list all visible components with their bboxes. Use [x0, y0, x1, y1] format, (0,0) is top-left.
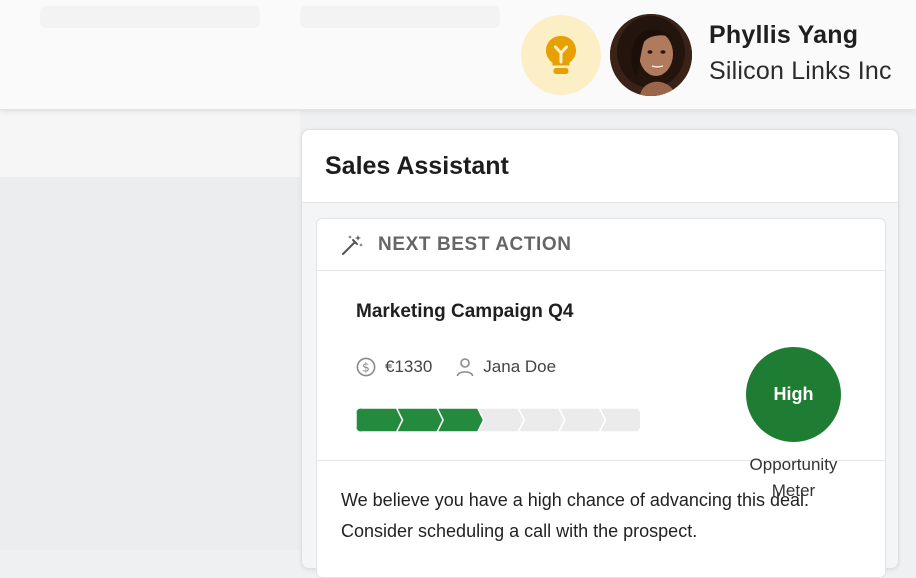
- deal-summary: Marketing Campaign Q4 $ €1330 Jana Doe H…: [317, 271, 885, 500]
- recommendation-line2: Consider scheduling a call with the pros…: [341, 521, 698, 541]
- opportunity-level: High: [773, 384, 814, 404]
- progress-step-pending: [517, 408, 566, 432]
- next-best-action-card: NEXT BEST ACTION Marketing Campaign Q4 $…: [316, 218, 886, 578]
- lightbulb-icon: [546, 36, 576, 74]
- progress-step-pending: [558, 408, 607, 432]
- progress-step-pending: [598, 408, 640, 432]
- card-header-label: NEXT BEST ACTION: [378, 233, 572, 255]
- user-avatar[interactable]: [610, 14, 692, 96]
- deal-owner-name[interactable]: Jana Doe: [483, 357, 556, 377]
- deal-stage-progress: [356, 408, 640, 432]
- dollar-circle-icon: $: [356, 357, 376, 377]
- person-icon: [456, 358, 474, 377]
- sales-assistant-panel: Sales Assistant NEXT BEST ACTION Marketi…: [301, 129, 899, 578]
- sales-assistant-header: Sales Assistant: [302, 130, 898, 203]
- progress-bar-graphic: [356, 408, 640, 432]
- header-placeholder-right: [300, 6, 500, 28]
- deal-meta: $ €1330 Jana Doe: [356, 357, 580, 377]
- meter-label-line2: Meter: [771, 481, 816, 500]
- deal-amount: $ €1330: [356, 357, 432, 377]
- insights-button[interactable]: [521, 15, 601, 95]
- background-toolbar: [0, 111, 300, 177]
- deal-owner: Jana Doe: [456, 357, 556, 377]
- meter-label-line1: Opportunity: [749, 455, 838, 474]
- card-header: NEXT BEST ACTION: [317, 219, 885, 271]
- background-content: [0, 177, 300, 550]
- user-name: Phyllis Yang: [709, 21, 859, 49]
- deal-title[interactable]: Marketing Campaign Q4: [356, 301, 574, 323]
- progress-step-complete: [436, 408, 485, 432]
- opportunity-meter-badge: High: [746, 347, 841, 442]
- deal-amount-value: €1330: [385, 357, 433, 376]
- header-placeholder-left: [40, 6, 260, 28]
- opportunity-meter-label: Opportunity Meter: [727, 452, 860, 504]
- progress-step-complete: [356, 408, 404, 432]
- svg-text:$: $: [362, 361, 370, 375]
- progress-step-complete: [395, 408, 444, 432]
- progress-step-pending: [476, 408, 526, 432]
- avatar-image: [610, 14, 692, 96]
- magic-wand-icon: [342, 234, 363, 255]
- user-company: Silicon Links Inc: [709, 57, 892, 85]
- panel-title: Sales Assistant: [325, 152, 509, 180]
- top-header: Phyllis Yang Silicon Links Inc: [0, 0, 916, 110]
